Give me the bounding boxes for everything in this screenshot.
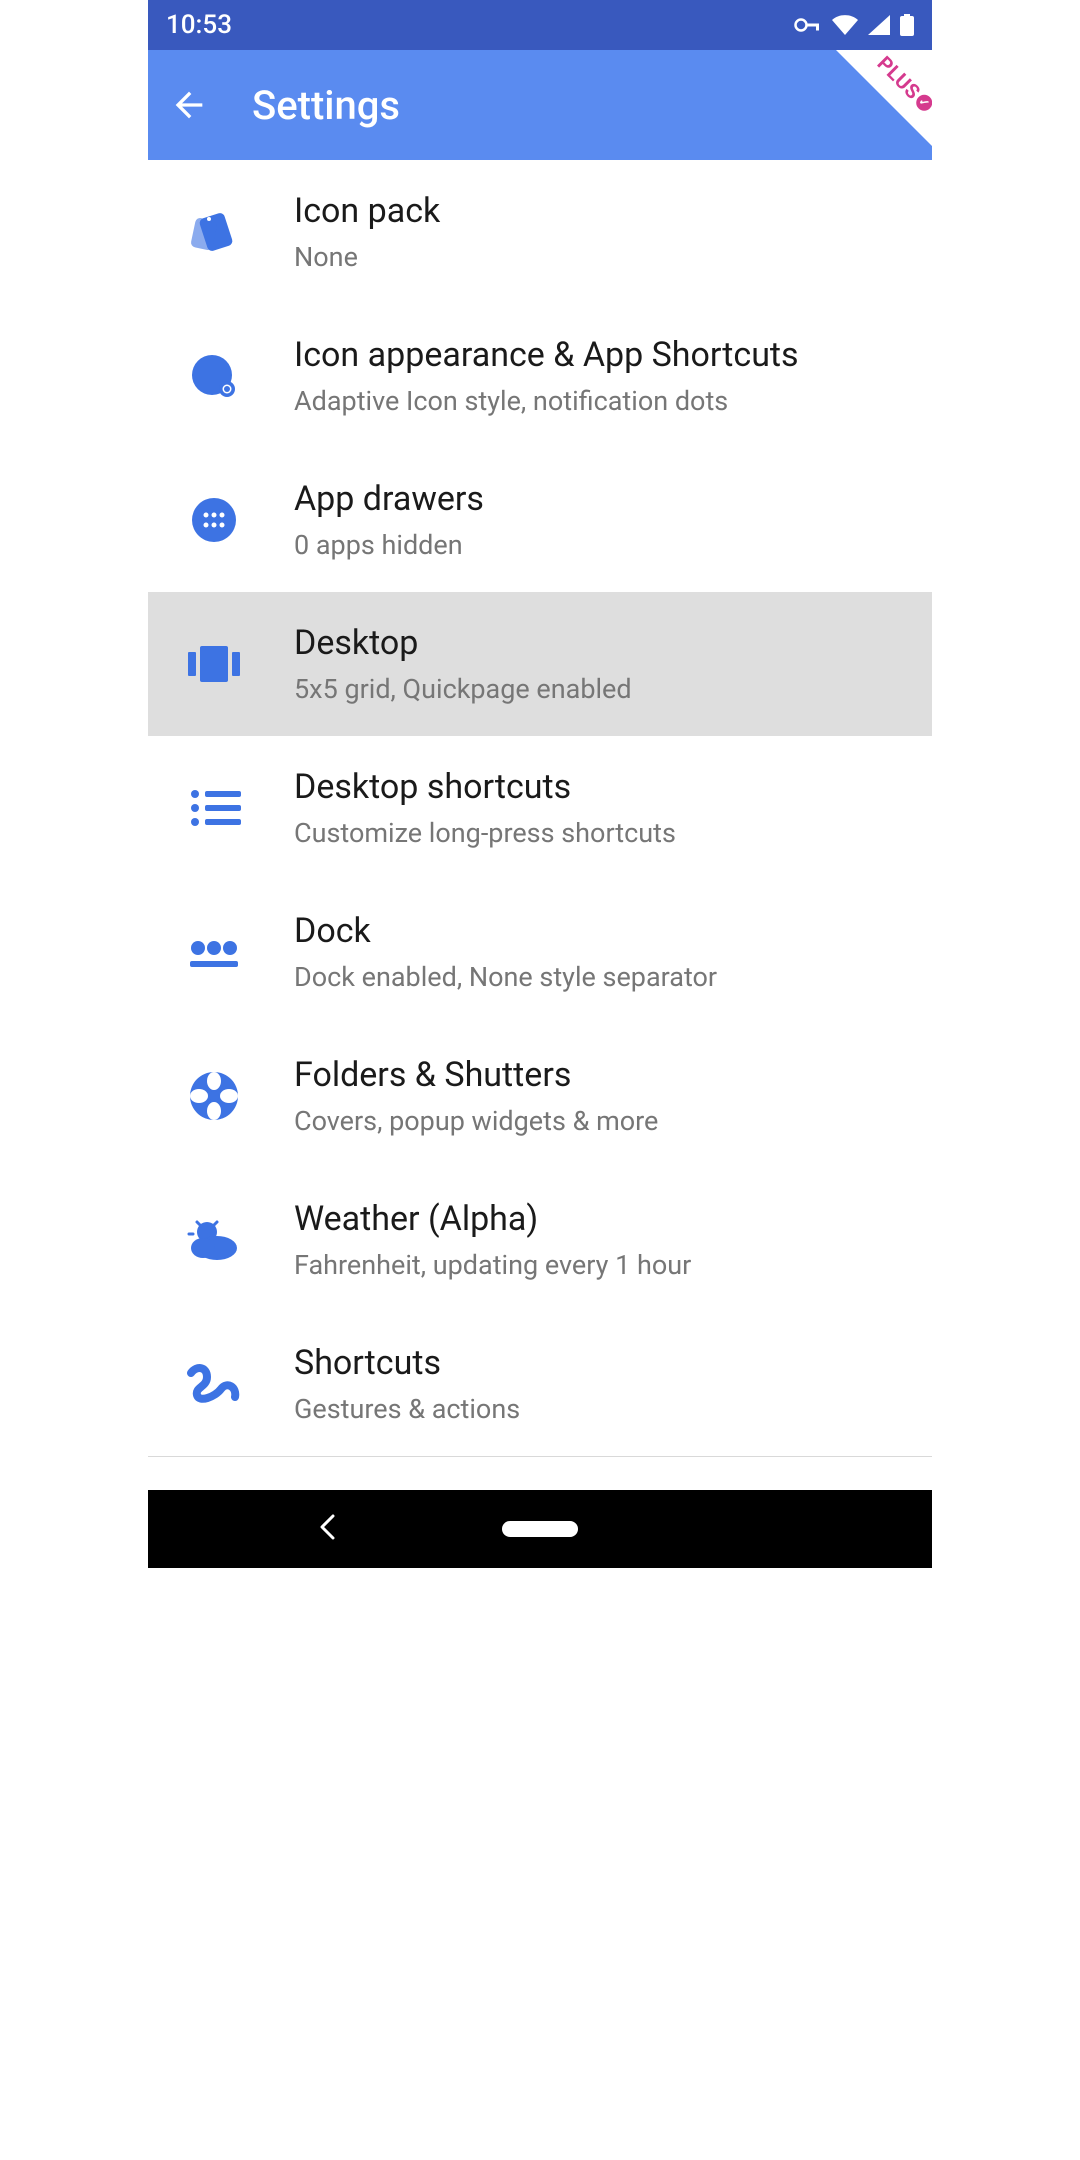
item-sub: Covers, popup widgets & more bbox=[294, 1104, 908, 1139]
back-button[interactable] bbox=[162, 78, 216, 132]
item-title: Folders & Shutters bbox=[294, 1053, 908, 1097]
item-sub: 5x5 grid, Quickpage enabled bbox=[294, 672, 908, 707]
item-sub: Dock enabled, None style separator bbox=[294, 960, 908, 995]
item-sub: 0 apps hidden bbox=[294, 528, 908, 563]
settings-item-desktop-shortcuts[interactable]: Desktop shortcuts Customize long-press s… bbox=[148, 736, 932, 880]
battery-icon bbox=[900, 14, 914, 36]
settings-list[interactable]: Icon pack None Icon appearance & App Sho… bbox=[148, 160, 932, 1490]
app-drawers-icon bbox=[184, 490, 244, 550]
settings-item-desktop[interactable]: Desktop 5x5 grid, Quickpage enabled bbox=[148, 592, 932, 736]
item-title: Icon pack bbox=[294, 189, 908, 233]
app-bar: Settings PLUS ✓ bbox=[148, 50, 932, 160]
settings-item-folders[interactable]: Folders & Shutters Covers, popup widgets… bbox=[148, 1024, 932, 1168]
nav-back-button[interactable] bbox=[318, 1514, 338, 1544]
vpn-key-icon bbox=[794, 18, 822, 32]
status-bar: 10:53 bbox=[148, 0, 932, 50]
settings-item-app-drawers[interactable]: App drawers 0 apps hidden bbox=[148, 448, 932, 592]
plus-ribbon: PLUS ✓ bbox=[792, 50, 932, 160]
item-sub: Gestures & actions bbox=[294, 1392, 908, 1427]
plus-check-icon: ✓ bbox=[913, 91, 932, 114]
item-title: Shortcuts bbox=[294, 1341, 908, 1385]
item-title: Dock bbox=[294, 909, 908, 953]
icon-pack-icon bbox=[184, 202, 244, 262]
divider bbox=[148, 1456, 932, 1457]
item-sub: Adaptive Icon style, notification dots bbox=[294, 384, 908, 419]
settings-item-weather[interactable]: Weather (Alpha) Fahrenheit, updating eve… bbox=[148, 1168, 932, 1312]
item-sub: None bbox=[294, 240, 908, 275]
settings-item-icon-pack[interactable]: Icon pack None bbox=[148, 160, 932, 304]
system-nav-bar bbox=[148, 1490, 932, 1568]
status-icons bbox=[794, 14, 914, 36]
app-bar-title: Settings bbox=[252, 82, 400, 129]
shortcuts-icon bbox=[184, 1354, 244, 1414]
folders-icon bbox=[184, 1066, 244, 1126]
item-sub: Customize long-press shortcuts bbox=[294, 816, 908, 851]
icon-appearance-icon bbox=[184, 346, 244, 406]
weather-icon bbox=[184, 1210, 244, 1270]
settings-item-dock[interactable]: Dock Dock enabled, None style separator bbox=[148, 880, 932, 1024]
item-title: Weather (Alpha) bbox=[294, 1197, 908, 1241]
status-time: 10:53 bbox=[166, 10, 232, 40]
cell-signal-icon bbox=[868, 15, 890, 35]
back-arrow-icon bbox=[169, 85, 209, 125]
settings-item-icon-appearance[interactable]: Icon appearance & App Shortcuts Adaptive… bbox=[148, 304, 932, 448]
item-title: App drawers bbox=[294, 477, 908, 521]
desktop-shortcuts-icon bbox=[184, 778, 244, 838]
dock-icon bbox=[184, 922, 244, 982]
nav-home-pill[interactable] bbox=[502, 1521, 578, 1537]
wifi-icon bbox=[832, 15, 858, 35]
plus-badge-label: PLUS bbox=[873, 51, 926, 104]
item-title: Desktop bbox=[294, 621, 908, 665]
item-sub: Fahrenheit, updating every 1 hour bbox=[294, 1248, 908, 1283]
desktop-icon bbox=[184, 634, 244, 694]
settings-item-shortcuts[interactable]: Shortcuts Gestures & actions bbox=[148, 1312, 932, 1456]
item-title: Desktop shortcuts bbox=[294, 765, 908, 809]
screen: 10:53 Settings PLUS ✓ bbox=[148, 0, 932, 1568]
item-title: Icon appearance & App Shortcuts bbox=[294, 333, 908, 377]
